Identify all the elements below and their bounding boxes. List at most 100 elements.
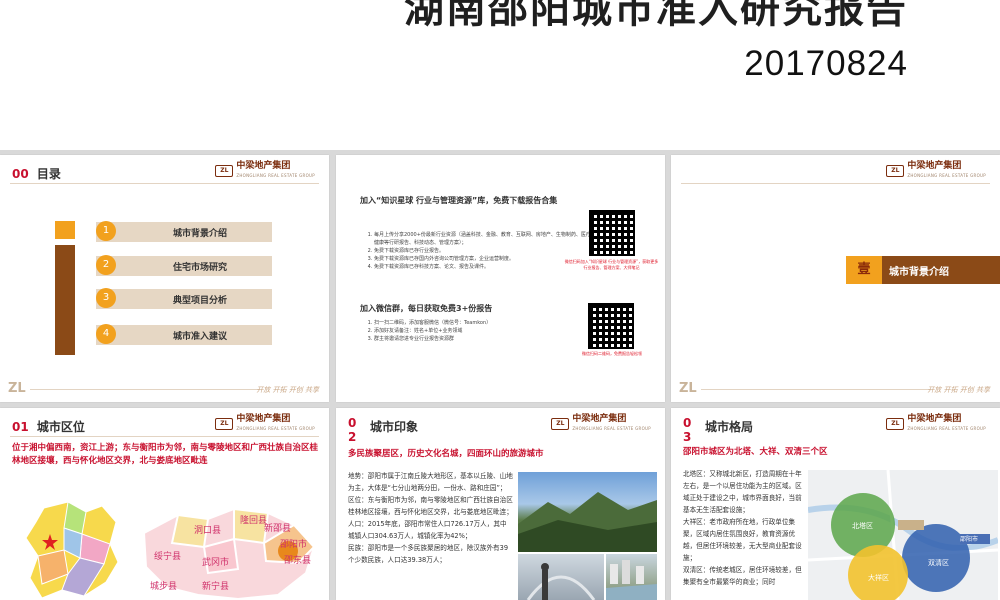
list-item: 扫一扫二维码，添加客服微信（微信号：Teamkon）: [374, 319, 594, 327]
section-label: 城市背景介绍: [889, 267, 949, 278]
list-item: 免费下载资源库已存科技方案、论文、报告及课件。: [374, 263, 594, 271]
toc-item-label: 城市背景介绍: [172, 229, 227, 239]
logo-name: 中梁地产集团: [236, 414, 291, 424]
report-date: 20170824: [744, 44, 908, 83]
mountain-photo: [518, 472, 657, 552]
logo-sub: ZHONGLIANG REAL ESTATE GROUP: [907, 173, 986, 178]
slide-headline: 多民族聚居区，历史文化名城，四面环山的旅游城市: [348, 449, 544, 459]
section-number: 02: [348, 416, 357, 444]
section-badge: 壹: [846, 256, 882, 284]
map-label: 隆回县: [240, 514, 267, 526]
section-title: 城市印象: [370, 420, 419, 434]
section-number: 00: [12, 167, 29, 181]
section-heading: 01 城市区位: [12, 418, 85, 435]
footer-slogan: 开放 开拓 开创 共享: [927, 386, 990, 394]
toc-item-label: 住宅市场研究: [172, 263, 227, 273]
toc-item[interactable]: 1 城市背景介绍: [96, 221, 272, 242]
wechat-list: 扫一扫二维码，添加客服微信（微信号：Teamkon） 添加好友请备注：姓名+单位…: [360, 319, 594, 343]
report-title-area: 湖南邵阳城市准入研究报告 20170824: [0, 0, 1000, 150]
header-divider: [10, 183, 319, 184]
list-item: 每月上传分享2000+份最新行业资源（涵盖科技、金融、教育、互联网、房地产、生物…: [374, 231, 594, 247]
section-heading: 00 目录: [12, 165, 61, 182]
section-number: 03: [683, 416, 692, 444]
slide-thumbnail-location[interactable]: 01 城市区位 ZL 中梁地产集团 ZHONGLIANG REAL ESTATE…: [0, 408, 329, 600]
toc-accent-bar-long: [55, 245, 75, 355]
logo-sub: ZHONGLIANG REAL ESTATE GROUP: [236, 426, 315, 431]
paragraph: 人口：2015年底，邵阳市常住人口726.17万人，其中城镇人口304.63万人…: [348, 520, 507, 540]
logo-name: 中梁地产集团: [236, 161, 291, 171]
toc-item[interactable]: 2 住宅市场研究: [96, 255, 272, 276]
river-city-photo: [606, 554, 657, 600]
map-label: 新宁县: [202, 580, 229, 592]
slide-thumbnail-resources[interactable]: 加入“知识星球 行业与管理资源”库，免费下载报告合集 每月上传分享2000+份最…: [336, 155, 665, 402]
map-label: 城步县: [150, 581, 177, 592]
qr-code-icon: [588, 303, 634, 349]
logo-mark-icon: ZL: [215, 165, 234, 177]
report-title: 湖南邵阳城市准入研究报告: [404, 0, 908, 32]
header-divider: [681, 183, 990, 184]
map-label: 绥宁县: [154, 550, 181, 562]
logo-mark-icon: ZL: [215, 418, 234, 430]
slide-headline: 邵阳市城区为北塔、大祥、双清三个区: [683, 447, 828, 457]
list-item: 免费下载资源库已存国内外咨询公司管理方案，企业运营制度。: [374, 255, 594, 263]
slide-thumbnail-section[interactable]: ZL 中梁地产集团 ZHONGLIANG REAL ESTATE GROUP 壹…: [671, 155, 1000, 402]
footer-slogan: 开放 开拓 开创 共享: [256, 386, 319, 394]
logo-sub: ZHONGLIANG REAL ESTATE GROUP: [236, 173, 315, 178]
map-label: 邵阳市: [280, 538, 307, 550]
paragraph: 民族：邵阳市是一个多民族聚居的地区，除汉族外有39个少数民族，人口达39.38万…: [348, 544, 509, 564]
impression-body: 地势：邵阳市属于江南丘陵大地形区，基本以丘陵、山地为主，大体是“七分山地两分田，…: [348, 470, 513, 566]
qr-code-icon: [589, 210, 635, 256]
toc-item-number: 4: [96, 324, 116, 344]
slide-thumbnail-toc[interactable]: 00 目录 ZL 中梁地产集团 ZHONGLIANG REAL ESTATE G…: [0, 155, 329, 402]
map-label: 洞口县: [194, 525, 221, 536]
slide-headline: 位于湘中偏西南，资江上游；东与衡阳市为邻，南与零陵地区和广西壮族自治区桂林地区接…: [12, 443, 319, 466]
district-label: 双清区: [928, 558, 949, 567]
paragraph: 地势：邵阳市属于江南丘陵大地形区，基本以丘陵、山地为主，大体是“七分山地两分田，…: [348, 472, 513, 492]
company-logo: ZL 中梁地产集团 ZHONGLIANG REAL ESTATE GROUP: [886, 415, 986, 433]
section-number: 01: [12, 420, 29, 434]
toc-item-number: 1: [96, 221, 116, 241]
company-logo: ZL 中梁地产集团 ZHONGLIANG REAL ESTATE GROUP: [886, 162, 986, 180]
logo-name: 中梁地产集团: [907, 161, 962, 171]
logo-sub: ZHONGLIANG REAL ESTATE GROUP: [907, 426, 986, 431]
company-logo: ZL 中梁地产集团 ZHONGLIANG REAL ESTATE GROUP: [215, 415, 315, 433]
logo-sub: ZHONGLIANG REAL ESTATE GROUP: [572, 426, 651, 431]
district-label: 大祥区: [868, 573, 889, 582]
list-item: 群主将邀请您进专业行业报告资源群: [374, 335, 594, 343]
map-label: 邵东县: [284, 554, 311, 566]
district-label: 邵阳市: [960, 535, 978, 543]
list-item: 免费下载资源库已存行业报告。: [374, 247, 594, 255]
resources-list: 每月上传分享2000+份最新行业资源（涵盖科技、金融、教育、互联网、房地产、生物…: [360, 231, 594, 271]
company-logo: ZL 中梁地产集团 ZHONGLIANG REAL ESTATE GROUP: [215, 162, 315, 180]
map-label: 武冈市: [202, 556, 229, 568]
toc-item-number: 2: [96, 255, 116, 275]
footer-logo-icon: ZL: [8, 381, 26, 396]
shaoyang-county-map: 洞口县 隆回县 新邵县 绥宁县 武冈市 邵阳市 邵东县 城步县 新宁县: [142, 507, 316, 600]
map-label: 新邵县: [264, 522, 291, 534]
hunan-province-map: [25, 501, 119, 599]
resources-heading: 加入“知识星球 行业与管理资源”库，免费下载报告合集: [360, 196, 558, 205]
wechat-heading: 加入微信群，每日获取免费3+份报告: [360, 304, 493, 313]
footer-divider: [30, 389, 259, 390]
logo-name: 中梁地产集团: [907, 414, 962, 424]
toc-item-label: 城市准入建议: [172, 332, 227, 342]
footer-divider: [701, 389, 930, 390]
section-title: 目录: [36, 167, 61, 181]
slide-thumbnail-impression[interactable]: 02 城市印象 ZL 中梁地产集团 ZHONGLIANG REAL ESTATE…: [336, 408, 665, 600]
district-map: 北塔区 双清区 大祥区 邵阳市: [808, 470, 998, 600]
toc-item[interactable]: 4 城市准入建议: [96, 324, 272, 345]
toc-item-label: 典型项目分析: [172, 296, 227, 306]
paragraph: 大祥区：老市政府所在地，行政单位集聚，区域内居住氛围良好，教育资源优越，但居住环…: [683, 518, 802, 562]
paragraph: 双清区：传统老城区，居住环境较差，但集聚有全市最繁华的商业；同时: [683, 566, 802, 586]
toc-item[interactable]: 3 典型项目分析: [96, 288, 272, 309]
layout-body: 北塔区：又称城北新区，打造周期在十年左右，是一个以居住功能为主的区域。区域正处于…: [683, 468, 805, 588]
section-title: 城市格局: [705, 420, 754, 434]
header-divider: [10, 436, 319, 437]
toc-item-number: 3: [96, 288, 116, 308]
paragraph: 区位：东与衡阳市为邻，南与零陵地区和广西壮族自治区桂林地区接壤，西与怀化地区交界…: [348, 496, 513, 516]
logo-mark-icon: ZL: [886, 165, 905, 177]
logo-name: 中梁地产集团: [572, 414, 627, 424]
monument-photo: [518, 554, 604, 600]
section-title: 城市区位: [36, 420, 85, 434]
list-item: 添加好友请备注：姓名+单位+业务领域: [374, 327, 594, 335]
